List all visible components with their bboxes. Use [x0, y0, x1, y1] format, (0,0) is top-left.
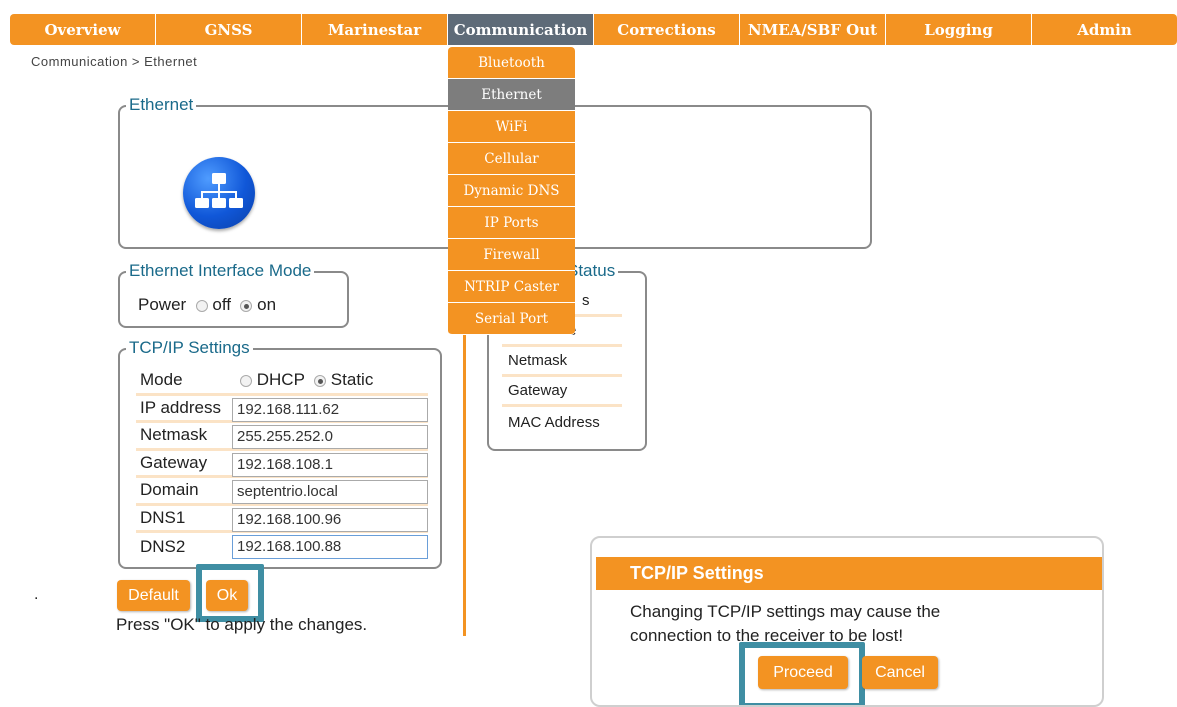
tab-overview[interactable]: Overview: [10, 14, 156, 45]
network-icon: [183, 157, 255, 229]
power-on-radio[interactable]: [240, 299, 253, 312]
mode-options: DHCP Static: [240, 370, 373, 390]
dhcp-label: DHCP: [256, 370, 305, 390]
main-nav: Overview GNSS Marinestar Communication C…: [10, 14, 1177, 45]
mode-row: Mode DHCP Static: [136, 368, 428, 396]
gateway-field[interactable]: 192.168.108.1: [232, 452, 428, 477]
menu-item-ethernet[interactable]: Ethernet: [448, 79, 575, 111]
tcpip-table: Mode DHCP Static IP address 192.168.111.…: [136, 368, 428, 561]
tab-logging[interactable]: Logging: [886, 14, 1032, 45]
default-button[interactable]: Default: [117, 580, 190, 611]
dns2-label: DNS2: [140, 536, 186, 556]
dialog-title: TCP/IP Settings: [596, 557, 1102, 590]
domain-row: Domain septentrio.local: [136, 478, 428, 506]
dns1-label: DNS1: [140, 507, 186, 527]
tcpip-panel: TCP/IP Settings Mode DHCP Static IP addr…: [118, 338, 442, 569]
netmask-row: Netmask 255.255.252.0: [136, 423, 428, 451]
interface-mode-title: Ethernet Interface Mode: [126, 261, 315, 281]
power-on-label: on: [257, 295, 277, 314]
tab-admin[interactable]: Admin: [1032, 14, 1177, 45]
menu-item-cellular[interactable]: Cellular: [448, 143, 575, 175]
stray-dot: .: [34, 586, 39, 603]
status-row-gateway: Gateway: [502, 377, 622, 407]
dns2-row: DNS2 192.168.100.88: [136, 533, 428, 561]
tab-gnss[interactable]: GNSS: [156, 14, 302, 45]
power-label: Power: [138, 295, 187, 314]
ip-address-field[interactable]: 192.168.111.62: [232, 397, 428, 422]
menu-item-ip-ports[interactable]: IP Ports: [448, 207, 575, 239]
ip-address-row: IP address 192.168.111.62: [136, 396, 428, 423]
dns2-field[interactable]: 192.168.100.88: [232, 535, 428, 559]
status-row-netmask: Netmask: [502, 347, 622, 377]
power-off-label: off: [212, 295, 231, 314]
dialog-message: Changing TCP/IP settings may cause the c…: [630, 600, 940, 648]
menu-item-ntrip-caster[interactable]: NTRIP Caster: [448, 271, 575, 303]
cancel-button[interactable]: Cancel: [862, 656, 938, 689]
tab-nmea-sbf-out[interactable]: NMEA/SBF Out: [740, 14, 886, 45]
apply-hint: Press "OK" to apply the changes.: [116, 615, 368, 634]
gateway-row: Gateway 192.168.108.1: [136, 451, 428, 478]
static-radio[interactable]: [314, 374, 327, 387]
proceed-button[interactable]: Proceed: [758, 656, 848, 689]
netmask-label: Netmask: [140, 425, 208, 445]
domain-field[interactable]: septentrio.local: [232, 480, 428, 504]
ok-button[interactable]: Ok: [206, 580, 248, 611]
breadcrumb: Communication > Ethernet: [31, 54, 198, 69]
tab-marinestar[interactable]: Marinestar: [302, 14, 448, 45]
ip-address-label: IP address: [140, 397, 221, 417]
power-row: Power off on: [138, 295, 276, 315]
status-row-mac-address: MAC Address: [508, 413, 600, 431]
menu-item-wifi[interactable]: WiFi: [448, 111, 575, 143]
static-label: Static: [330, 370, 374, 390]
gateway-label: Gateway: [140, 452, 208, 472]
menu-item-serial-port[interactable]: Serial Port: [448, 303, 575, 335]
tab-communication[interactable]: Communication: [448, 14, 594, 45]
mode-label: Mode: [140, 370, 183, 390]
power-off-radio[interactable]: [195, 299, 208, 312]
menu-item-dynamic-dns[interactable]: Dynamic DNS: [448, 175, 575, 207]
tab-corrections[interactable]: Corrections: [594, 14, 740, 45]
dns1-field[interactable]: 192.168.100.96: [232, 507, 428, 532]
dns1-row: DNS1 192.168.100.96: [136, 506, 428, 533]
tcpip-confirm-dialog: TCP/IP Settings Changing TCP/IP settings…: [590, 536, 1104, 707]
dhcp-radio[interactable]: [240, 374, 252, 387]
dialog-message-line1: Changing TCP/IP settings may cause the: [630, 602, 941, 621]
domain-label: Domain: [140, 480, 199, 500]
menu-item-firewall[interactable]: Firewall: [448, 239, 575, 271]
communication-dropdown: Bluetooth Ethernet WiFi Cellular Dynamic…: [448, 47, 575, 335]
netmask-field[interactable]: 255.255.252.0: [232, 425, 428, 449]
vertical-divider: [463, 330, 466, 636]
ethernet-panel-title: Ethernet: [126, 95, 197, 115]
menu-item-bluetooth[interactable]: Bluetooth: [448, 47, 575, 79]
interface-mode-panel: Ethernet Interface Mode Power off on: [118, 261, 349, 328]
tcpip-panel-title: TCP/IP Settings: [126, 338, 253, 358]
